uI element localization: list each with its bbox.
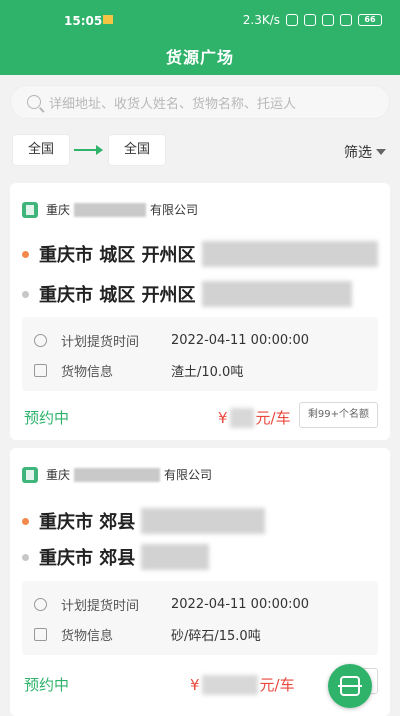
price-currency: ¥	[190, 675, 200, 694]
status-time: 15:05	[64, 14, 103, 28]
redacted-text	[201, 281, 352, 307]
cargo-value: 砂/碎石/15.0吨	[171, 629, 261, 644]
status-badge: 预约中	[24, 676, 70, 694]
bluetooth-icon	[286, 14, 298, 26]
filter-label: 筛选	[344, 145, 372, 161]
page-title: 货源广场	[165, 48, 234, 67]
network-speed: 2.3K/s	[242, 13, 280, 27]
origin-dot-icon	[22, 517, 29, 525]
origin-dot-icon	[22, 250, 29, 258]
pickup-time-label: 计划提货时间	[61, 599, 140, 614]
company-logo-icon	[22, 201, 38, 218]
price-currency: ¥	[218, 408, 228, 427]
destination-text: 重庆市 城区 开州区	[39, 285, 196, 306]
destination-address: 重庆市 城区 开州区	[22, 281, 352, 307]
origin-text: 重庆市 城区 开州区	[39, 245, 196, 266]
cargo-label: 货物信息	[61, 629, 114, 644]
redacted-price	[229, 407, 254, 428]
company-prefix: 重庆	[46, 468, 71, 482]
redacted-text	[201, 241, 378, 267]
company-logo-icon	[22, 466, 38, 483]
company-prefix: 重庆	[46, 203, 71, 217]
route-filter: 全国 全国 筛选	[0, 130, 400, 170]
status-badge: 预约中	[24, 409, 70, 427]
listing-card[interactable]: 重庆 有限公司 重庆市 城区 开州区 重庆市 城区 开州区 计划提货时间 202…	[10, 183, 390, 440]
search-icon	[27, 95, 41, 109]
origin-address: 重庆市 郊县	[22, 508, 266, 534]
app-header: 15:05 2.3K/s 66 货源广场	[0, 0, 400, 75]
pickup-time-label: 计划提货时间	[61, 335, 140, 350]
redacted-text	[141, 544, 210, 570]
funnel-icon	[376, 149, 386, 155]
company-suffix: 有限公司	[164, 468, 213, 482]
route-arrow-icon	[74, 145, 103, 155]
company-name: 重庆 有限公司	[22, 466, 212, 483]
clock-icon	[34, 334, 47, 347]
cargo-label: 货物信息	[61, 365, 114, 380]
cargo-row: 货物信息 渣土/10.0吨	[34, 361, 243, 380]
redacted-text	[141, 508, 266, 534]
alarm-icon	[304, 14, 316, 26]
search-input[interactable]: 详细地址、收货人姓名、货物名称、托运人	[10, 85, 390, 119]
remaining-slots-button[interactable]: 剩99+个名额	[298, 402, 378, 428]
company-name: 重庆 有限公司	[22, 201, 198, 218]
origin-select-button[interactable]: 全国	[12, 134, 70, 166]
cargo-row: 货物信息 砂/碎石/15.0吨	[34, 625, 261, 644]
pickup-time-row: 计划提货时间 2022-04-11 00:00:00	[34, 595, 309, 614]
price-unit: 元/车	[255, 409, 291, 427]
destination-select-button[interactable]: 全国	[108, 134, 166, 166]
scan-button[interactable]	[328, 664, 372, 708]
company-suffix: 有限公司	[150, 203, 199, 217]
price: ¥ 元/车	[218, 407, 291, 428]
battery-icon: 66	[358, 14, 382, 26]
redacted-text	[74, 467, 161, 482]
cargo-value: 渣土/10.0吨	[171, 365, 244, 380]
notification-flag-icon	[103, 15, 113, 24]
listing-details: 计划提货时间 2022-04-11 00:00:00 货物信息 砂/碎石/15.…	[22, 581, 378, 655]
clock-icon	[34, 598, 47, 611]
destination-dot-icon	[22, 553, 29, 561]
price-unit: 元/车	[259, 676, 295, 694]
status-right: 2.3K/s 66	[243, 13, 382, 27]
wifi-icon	[340, 14, 352, 26]
pickup-time-value: 2022-04-11 00:00:00	[171, 333, 310, 348]
scan-line	[338, 685, 362, 687]
redacted-price	[201, 674, 258, 695]
document-icon	[34, 628, 47, 641]
search-placeholder: 详细地址、收货人姓名、货物名称、托运人	[49, 96, 297, 112]
price: ¥ 元/车	[190, 674, 295, 695]
redacted-text	[74, 202, 147, 217]
filter-button[interactable]: 筛选	[344, 142, 386, 162]
document-icon	[34, 364, 47, 377]
status-bar: 15:05 2.3K/s 66	[0, 0, 400, 40]
listing-details: 计划提货时间 2022-04-11 00:00:00 货物信息 渣土/10.0吨	[22, 317, 378, 391]
pickup-time-row: 计划提货时间 2022-04-11 00:00:00	[34, 331, 309, 350]
origin-text: 重庆市 郊县	[39, 512, 136, 533]
signal-icon	[322, 14, 334, 26]
pickup-time-value: 2022-04-11 00:00:00	[171, 597, 310, 612]
destination-text: 重庆市 郊县	[39, 548, 136, 569]
origin-address: 重庆市 城区 开州区	[22, 241, 378, 267]
destination-address: 重庆市 郊县	[22, 544, 210, 570]
destination-dot-icon	[22, 290, 29, 298]
